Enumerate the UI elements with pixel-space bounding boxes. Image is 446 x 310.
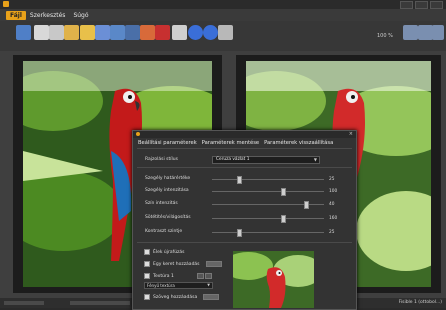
image-icon[interactable] xyxy=(125,25,140,40)
tab-restore-params[interactable]: Paraméterek visszaállítása xyxy=(264,140,333,146)
status-segment xyxy=(70,301,130,305)
checkbox[interactable] xyxy=(144,249,150,255)
menu-bar: Fájl Szerkesztés Súgó xyxy=(0,9,446,21)
checkbox[interactable] xyxy=(144,261,150,267)
close-icon[interactable]: × xyxy=(349,131,353,137)
slider-label: Szín intenzitás xyxy=(145,201,178,206)
style-select[interactable]: Ceruza vázlat 1 ▼ xyxy=(212,156,320,164)
checkbox-label: Szöveg hozzáadása xyxy=(153,294,198,300)
settings-dialog: × Beállítási paraméterek Paraméterek men… xyxy=(132,130,357,310)
checkbox[interactable] xyxy=(144,294,150,300)
slider-thumb[interactable] xyxy=(236,229,242,237)
scissors-icon[interactable] xyxy=(403,25,418,40)
close-window-button[interactable] xyxy=(430,1,443,9)
minimize-button[interactable] xyxy=(400,1,413,9)
paste-icon[interactable] xyxy=(64,25,79,40)
help-icon[interactable] xyxy=(203,25,218,40)
copy-icon[interactable] xyxy=(49,25,64,40)
slider-value: 160 xyxy=(329,216,338,221)
zoom-level: 100 % xyxy=(377,33,393,39)
slider-value: 25 xyxy=(329,230,335,235)
dialog-tabs: Beállítási paraméterek Paraméterek menté… xyxy=(138,140,333,146)
stepper-up[interactable] xyxy=(204,273,212,279)
window-controls xyxy=(400,1,443,9)
slider-thumb[interactable] xyxy=(236,176,242,184)
checkbox-label: Élek újrafúzás xyxy=(153,249,185,255)
chevron-down-icon: ▼ xyxy=(207,283,210,287)
redo-icon[interactable] xyxy=(95,25,110,40)
divider xyxy=(137,167,352,168)
dialog-app-icon xyxy=(136,132,140,136)
menu-help[interactable]: Súgó xyxy=(69,11,92,20)
style-select-value: Ceruza vázlat 1 xyxy=(216,157,250,162)
slider-value: 25 xyxy=(329,177,335,182)
texture-select-value: Fényű textúra xyxy=(147,283,175,288)
scissors-icon[interactable] xyxy=(432,25,444,40)
save-icon[interactable] xyxy=(34,25,49,40)
color-intensity-slider[interactable] xyxy=(212,201,324,209)
brightness-slider[interactable] xyxy=(212,215,324,223)
tab-save-params[interactable]: Paraméterek mentése xyxy=(202,140,259,146)
maximize-button[interactable] xyxy=(415,1,428,9)
image-icon[interactable] xyxy=(110,25,125,40)
open-icon[interactable] xyxy=(16,25,31,40)
settings-icon[interactable] xyxy=(218,25,233,40)
menu-file[interactable]: Fájl xyxy=(6,10,26,20)
info-icon[interactable] xyxy=(188,25,203,40)
dialog-title-bar: × xyxy=(133,131,356,138)
edge-intensity-slider[interactable] xyxy=(212,188,324,196)
checkbox-label: Textúra 1 xyxy=(153,273,174,279)
title-bar xyxy=(0,0,446,9)
stepper-down[interactable] xyxy=(196,273,204,279)
slider-value: 100 xyxy=(329,189,338,194)
checkbox-label: Egy keret hozzáadás xyxy=(153,261,200,267)
checkbox[interactable] xyxy=(144,273,150,279)
slider-thumb[interactable] xyxy=(303,201,309,209)
divider xyxy=(137,148,352,149)
texture-stepper[interactable] xyxy=(196,273,212,279)
app-logo-icon xyxy=(3,1,9,7)
tab-settings-params[interactable]: Beállítási paraméterek xyxy=(138,140,197,146)
paint-icon[interactable] xyxy=(140,25,155,40)
texture-check[interactable]: Textúra 1 xyxy=(144,273,212,279)
frame-options-button[interactable] xyxy=(205,261,222,267)
add-text-check[interactable]: Szöveg hozzáadása xyxy=(144,294,220,300)
scissors-icon[interactable] xyxy=(418,25,433,40)
slider-value: 40 xyxy=(329,202,335,207)
slider-label: Sötétítés/világosítás xyxy=(145,215,191,220)
slider-thumb[interactable] xyxy=(281,215,287,223)
text-options-button[interactable] xyxy=(203,294,220,300)
edge-threshold-slider[interactable] xyxy=(212,176,324,184)
preview-thumbnail xyxy=(233,251,314,308)
slider-label: Szegély határértéke xyxy=(145,176,191,181)
slider-thumb[interactable] xyxy=(281,188,287,196)
undo-icon[interactable] xyxy=(80,25,95,40)
chevron-down-icon: ▼ xyxy=(313,157,317,162)
print-icon[interactable] xyxy=(172,25,187,40)
texture-select[interactable]: Fényű textúra ▼ xyxy=(144,282,213,289)
slider-label: Szegély intenzitása xyxy=(145,188,189,193)
status-text: Fisible 1 (ottobol...) xyxy=(398,300,442,305)
status-segment xyxy=(4,301,44,305)
edge-refuse-check[interactable]: Élek újrafúzás xyxy=(144,249,185,255)
toolbar: 100 % xyxy=(0,21,446,52)
divider xyxy=(137,242,352,243)
slider-label: Kontraszt szintje xyxy=(145,229,183,234)
menu-edit[interactable]: Szerkesztés xyxy=(26,11,70,20)
add-frame-check[interactable]: Egy keret hozzáadás xyxy=(144,261,222,267)
contrast-slider[interactable] xyxy=(212,229,324,237)
text-icon[interactable] xyxy=(155,25,170,40)
style-label: Rajzolási stílus xyxy=(145,157,178,162)
